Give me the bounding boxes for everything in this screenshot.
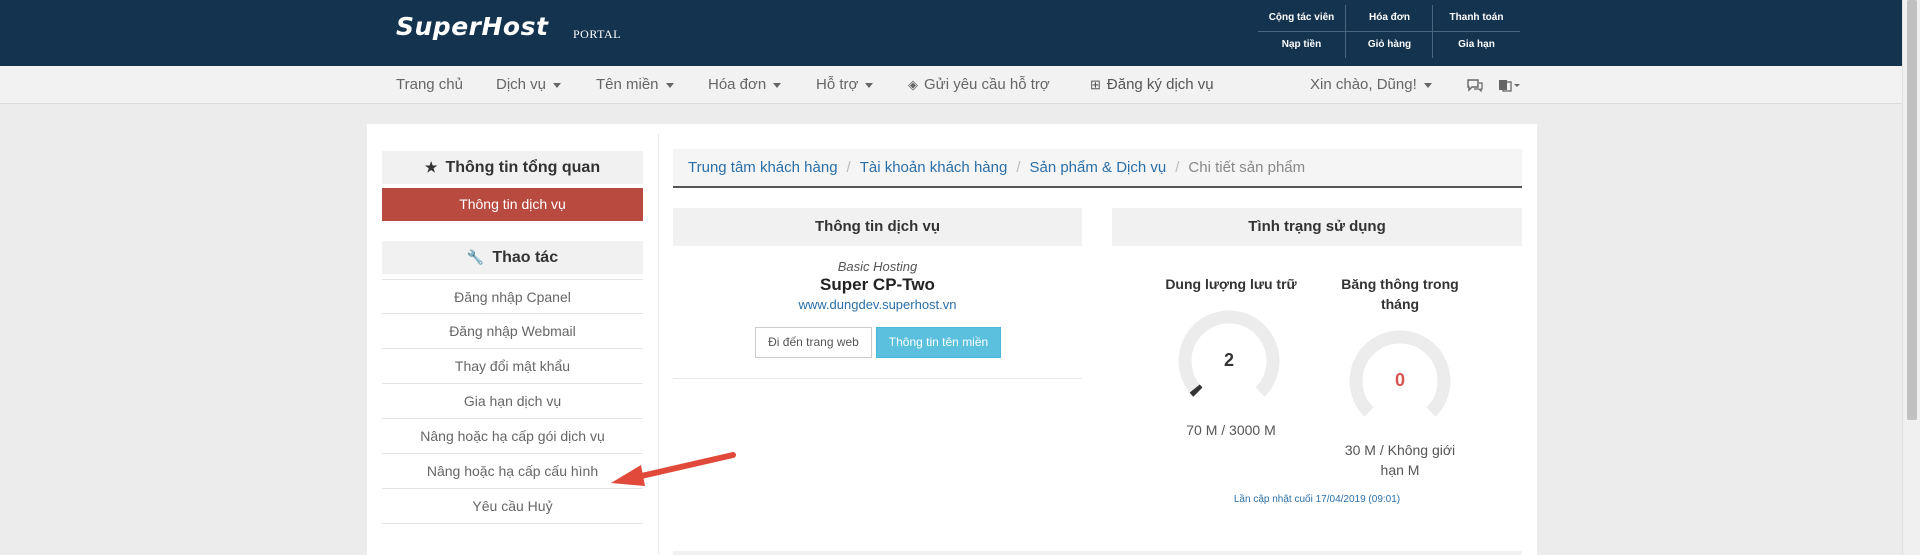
bandwidth-detail-line2: hạn M	[1380, 462, 1420, 478]
usage-heading: Tình trạng sử dụng	[1112, 208, 1522, 246]
caret-down-icon	[665, 82, 674, 88]
sidebar-actions-title: Thao tác	[492, 249, 559, 266]
nav-services-label: Dịch vụ	[496, 76, 547, 93]
chat-icon[interactable]	[1466, 66, 1484, 104]
star-icon: ★	[424, 159, 438, 175]
top-link-affiliate[interactable]: Cộng tác viên	[1258, 5, 1345, 31]
sidebar-item-cpanel-login[interactable]: Đăng nhập Cpanel	[382, 279, 643, 314]
breadcrumb-account[interactable]: Tài khoản khách hàng	[860, 159, 1008, 176]
nav-register-label: Đăng ký dịch vụ	[1106, 76, 1214, 93]
bandwidth-label-line2: tháng	[1380, 296, 1420, 312]
breadcrumb-separator: /	[846, 159, 851, 176]
breadcrumb: Trung tâm khách hàng / Tài khoản khách hàn…	[673, 149, 1522, 188]
caret-down-icon	[1423, 82, 1432, 88]
bandwidth-detail-line1: 30 M / Không giới	[1344, 442, 1456, 458]
brand-logo[interactable]: SuperHost	[396, 12, 548, 41]
breadcrumb-separator: /	[1175, 159, 1180, 176]
nav-invoices-label: Hóa đơn	[708, 76, 767, 93]
caret-down-icon	[773, 82, 782, 88]
service-domain-link[interactable]: www.dungdev.superhost.vn	[673, 297, 1082, 312]
bandwidth-detail: 30 M / Không giới hạn M	[1325, 440, 1475, 480]
breadcrumb-separator: /	[1016, 159, 1021, 176]
service-info-heading: Thông tin dịch vụ	[673, 208, 1082, 246]
nav-home-label: Trang chủ	[396, 76, 463, 93]
sidebar-item-webmail-login[interactable]: Đăng nhập Webmail	[382, 314, 643, 349]
nav-invoices[interactable]: Hóa đơn	[708, 66, 782, 104]
language-icon[interactable]	[1498, 66, 1520, 104]
top-link-topup[interactable]: Nạp tiền	[1258, 32, 1345, 58]
sidebar-overview-heading: ★ Thông tin tổng quan	[382, 151, 643, 184]
disk-usage-value: 2	[1223, 350, 1234, 370]
sidebar-actions-heading: 🔧 Thao tác	[382, 241, 643, 274]
top-link-invoices[interactable]: Hóa đơn	[1346, 5, 1433, 31]
next-panel-header	[673, 551, 1522, 555]
nav-greeting: Xin chào, Dũng!	[1310, 76, 1417, 93]
divider	[1258, 31, 1520, 32]
domain-info-button[interactable]: Thông tin tên miền	[876, 327, 1001, 358]
nav-ticket[interactable]: ◈ Gửi yêu cầu hỗ trợ	[908, 66, 1050, 104]
top-link-cart[interactable]: Giỏ hàng	[1346, 32, 1433, 58]
breadcrumb-products[interactable]: Sản phẩm & Dịch vụ	[1029, 159, 1166, 176]
nav-domains-label: Tên miền	[596, 76, 659, 93]
bandwidth-label: Băng thông trong tháng	[1325, 274, 1475, 314]
brand-subtitle: PORTAL	[573, 27, 621, 41]
nav-support-label: Hỗ trợ	[816, 76, 859, 93]
nav-home[interactable]: Trang chủ	[396, 66, 463, 104]
service-name: Super CP-Two	[820, 275, 935, 294]
annotation-arrow-icon	[611, 452, 736, 486]
top-header: SuperHost PORTAL Cộng tác viên Hóa đơn T…	[0, 0, 1902, 66]
visit-website-button[interactable]: Đi đến trang web	[755, 327, 872, 358]
page-scrollbar[interactable]	[1902, 0, 1920, 555]
top-link-renew[interactable]: Gia hạn	[1433, 32, 1520, 58]
sidebar-item-change-password[interactable]: Thay đổi mật khẩu	[382, 349, 643, 384]
top-quick-links: Cộng tác viên Hóa đơn Thanh toán Nạp tiề…	[1258, 5, 1520, 58]
bandwidth-label-line1: Băng thông trong	[1341, 276, 1459, 292]
nav-services[interactable]: Dịch vụ	[496, 66, 562, 104]
ticket-icon: ◈	[908, 77, 918, 92]
wrench-icon: 🔧	[466, 249, 485, 265]
top-link-payment[interactable]: Thanh toán	[1433, 5, 1520, 31]
service-type: Basic Hosting	[837, 259, 918, 274]
scrollbar-thumb[interactable]	[1907, 0, 1917, 420]
breadcrumb-client-area[interactable]: Trung tâm khách hàng	[688, 159, 838, 176]
sidebar-item-cancel-request[interactable]: Yêu cầu Huỷ	[382, 489, 643, 524]
sidebar-item-service-info[interactable]: Thông tin dịch vụ	[382, 188, 643, 221]
main-navbar: Trang chủ Dịch vụ Tên miền Hóa đơn Hỗ tr…	[0, 66, 1902, 104]
nav-support[interactable]: Hỗ trợ	[816, 66, 874, 104]
caret-down-icon	[553, 82, 562, 88]
sidebar-item-renew-service[interactable]: Gia hạn dịch vụ	[382, 384, 643, 419]
disk-usage-label: Dung lượng lưu trữ	[1165, 276, 1297, 292]
nav-domains[interactable]: Tên miền	[596, 66, 674, 104]
disk-usage-detail: 70 M / 3000 M	[1186, 422, 1276, 438]
main-container: ★ Thông tin tổng quan Thông tin dịch vụ 🔧…	[367, 124, 1537, 555]
plus-square-icon: ⊞	[1090, 77, 1101, 92]
sidebar-item-change-package[interactable]: Nâng hoặc hạ cấp gói dịch vụ	[382, 419, 643, 454]
breadcrumb-current: Chi tiết sản phẩm	[1188, 159, 1306, 176]
divider	[673, 378, 1082, 379]
sidebar-overview-title: Thông tin tổng quan	[445, 159, 601, 176]
nav-user-menu[interactable]: Xin chào, Dũng!	[1310, 66, 1432, 104]
caret-down-icon	[865, 82, 874, 88]
bandwidth-value: 0	[1394, 370, 1405, 390]
last-updated-text: Lần cập nhật cuối 17/04/2019 (09:01)	[1233, 494, 1401, 505]
sidebar-item-change-config[interactable]: Nâng hoặc hạ cấp cấu hình	[382, 454, 643, 489]
nav-ticket-label: Gửi yêu cầu hỗ trợ	[924, 76, 1050, 93]
nav-register[interactable]: ⊞ Đăng ký dịch vụ	[1090, 66, 1214, 104]
